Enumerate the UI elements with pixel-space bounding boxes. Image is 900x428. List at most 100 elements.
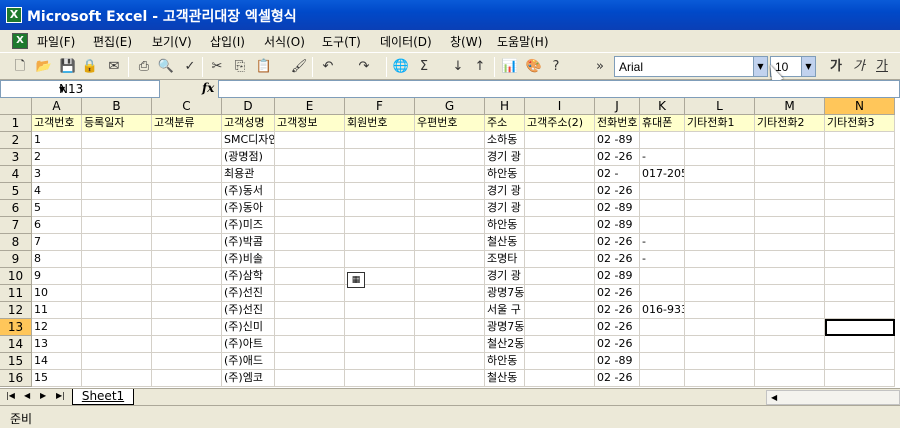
table-cell[interactable] [82, 302, 152, 319]
table-cell[interactable] [275, 149, 345, 166]
table-cell[interactable] [640, 200, 685, 217]
row-header[interactable]: 14 [0, 336, 32, 353]
sort-ascending-icon[interactable]: ↓ [448, 57, 468, 77]
row-header[interactable]: 4 [0, 166, 32, 183]
table-cell[interactable]: 02 -26 [595, 336, 640, 353]
table-cell[interactable] [825, 217, 895, 234]
column-header-e[interactable]: E [275, 98, 345, 115]
table-cell[interactable] [345, 166, 415, 183]
scroll-left-icon[interactable]: ◀ [771, 393, 777, 402]
table-cell[interactable] [152, 251, 222, 268]
column-header-i[interactable]: I [525, 98, 595, 115]
table-cell[interactable]: 4 [32, 183, 82, 200]
table-cell[interactable] [525, 353, 595, 370]
table-cell[interactable]: 8 [32, 251, 82, 268]
table-cell[interactable] [685, 251, 755, 268]
font-name-select[interactable]: Arial ▼ [614, 56, 768, 77]
table-cell[interactable] [640, 285, 685, 302]
table-cell[interactable]: 철산동 [485, 370, 525, 387]
table-cell[interactable] [82, 149, 152, 166]
table-cell[interactable] [755, 200, 825, 217]
table-cell[interactable]: 02 -26 [595, 370, 640, 387]
table-cell[interactable]: (주)동서 [222, 183, 275, 200]
table-cell[interactable]: - [640, 149, 685, 166]
table-cell[interactable] [82, 251, 152, 268]
table-cell[interactable] [685, 353, 755, 370]
table-cell[interactable]: (광명점) [222, 149, 275, 166]
table-cell[interactable] [152, 336, 222, 353]
table-cell[interactable] [685, 183, 755, 200]
table-cell[interactable] [275, 166, 345, 183]
formula-input[interactable] [218, 80, 900, 98]
table-cell[interactable]: (주)신미 [222, 319, 275, 336]
table-cell[interactable] [825, 251, 895, 268]
header-cell[interactable]: 기타전화1 [685, 115, 755, 132]
table-cell[interactable]: (주)미즈 [222, 217, 275, 234]
table-cell[interactable] [82, 166, 152, 183]
table-cell[interactable] [640, 132, 685, 149]
table-cell[interactable] [82, 234, 152, 251]
table-cell[interactable] [755, 234, 825, 251]
table-cell[interactable] [825, 319, 895, 336]
header-cell[interactable]: 기타전화3 [825, 115, 895, 132]
table-cell[interactable] [525, 285, 595, 302]
save-icon[interactable]: 💾 [58, 57, 78, 77]
table-cell[interactable] [525, 217, 595, 234]
table-cell[interactable] [152, 370, 222, 387]
table-cell[interactable]: (주)동아 [222, 200, 275, 217]
table-cell[interactable] [415, 251, 485, 268]
insert-function-icon[interactable]: fx [202, 81, 214, 95]
table-cell[interactable] [685, 268, 755, 285]
table-cell[interactable] [345, 132, 415, 149]
last-sheet-icon[interactable]: ▶| [56, 391, 65, 400]
column-header-h[interactable]: H [485, 98, 525, 115]
row-header[interactable]: 2 [0, 132, 32, 149]
table-cell[interactable] [525, 149, 595, 166]
table-cell[interactable]: 12 [32, 319, 82, 336]
table-cell[interactable] [825, 268, 895, 285]
table-cell[interactable] [640, 370, 685, 387]
table-cell[interactable] [685, 370, 755, 387]
table-cell[interactable] [640, 353, 685, 370]
copy-icon[interactable]: ⎘ [230, 57, 250, 77]
table-cell[interactable] [345, 302, 415, 319]
table-cell[interactable] [755, 285, 825, 302]
row-header[interactable]: 16 [0, 370, 32, 387]
table-cell[interactable]: 02 -26 [595, 319, 640, 336]
table-cell[interactable]: 02 -26 [595, 149, 640, 166]
column-header-g[interactable]: G [415, 98, 485, 115]
table-cell[interactable]: 1 [32, 132, 82, 149]
table-cell[interactable] [640, 217, 685, 234]
table-cell[interactable] [825, 166, 895, 183]
row-header[interactable]: 13 [0, 319, 32, 336]
table-cell[interactable]: 하안동 [485, 166, 525, 183]
table-cell[interactable] [755, 132, 825, 149]
table-cell[interactable]: 최용관 [222, 166, 275, 183]
table-cell[interactable] [152, 200, 222, 217]
table-cell[interactable] [415, 353, 485, 370]
menu-data[interactable]: 데이터(D) [380, 33, 432, 50]
table-cell[interactable] [415, 166, 485, 183]
table-cell[interactable]: 02 -89 [595, 217, 640, 234]
table-cell[interactable] [82, 336, 152, 353]
print-icon[interactable]: ⎙ [134, 57, 154, 77]
header-cell[interactable]: 고객주소(2) [525, 115, 595, 132]
header-cell[interactable]: 기타전화2 [755, 115, 825, 132]
row-header[interactable]: 7 [0, 217, 32, 234]
table-cell[interactable] [275, 268, 345, 285]
table-cell[interactable] [685, 149, 755, 166]
table-cell[interactable] [525, 302, 595, 319]
menu-help[interactable]: 도움말(H) [497, 33, 549, 50]
table-cell[interactable] [345, 217, 415, 234]
table-cell[interactable] [685, 336, 755, 353]
drawing-icon[interactable]: 🎨 [524, 57, 544, 77]
table-cell[interactable] [345, 336, 415, 353]
table-cell[interactable] [152, 268, 222, 285]
table-cell[interactable] [345, 370, 415, 387]
table-cell[interactable] [275, 132, 345, 149]
table-cell[interactable]: 14 [32, 353, 82, 370]
table-cell[interactable] [525, 319, 595, 336]
table-cell[interactable]: 하안동 [485, 353, 525, 370]
table-cell[interactable] [825, 285, 895, 302]
table-cell[interactable]: 하안동 [485, 217, 525, 234]
